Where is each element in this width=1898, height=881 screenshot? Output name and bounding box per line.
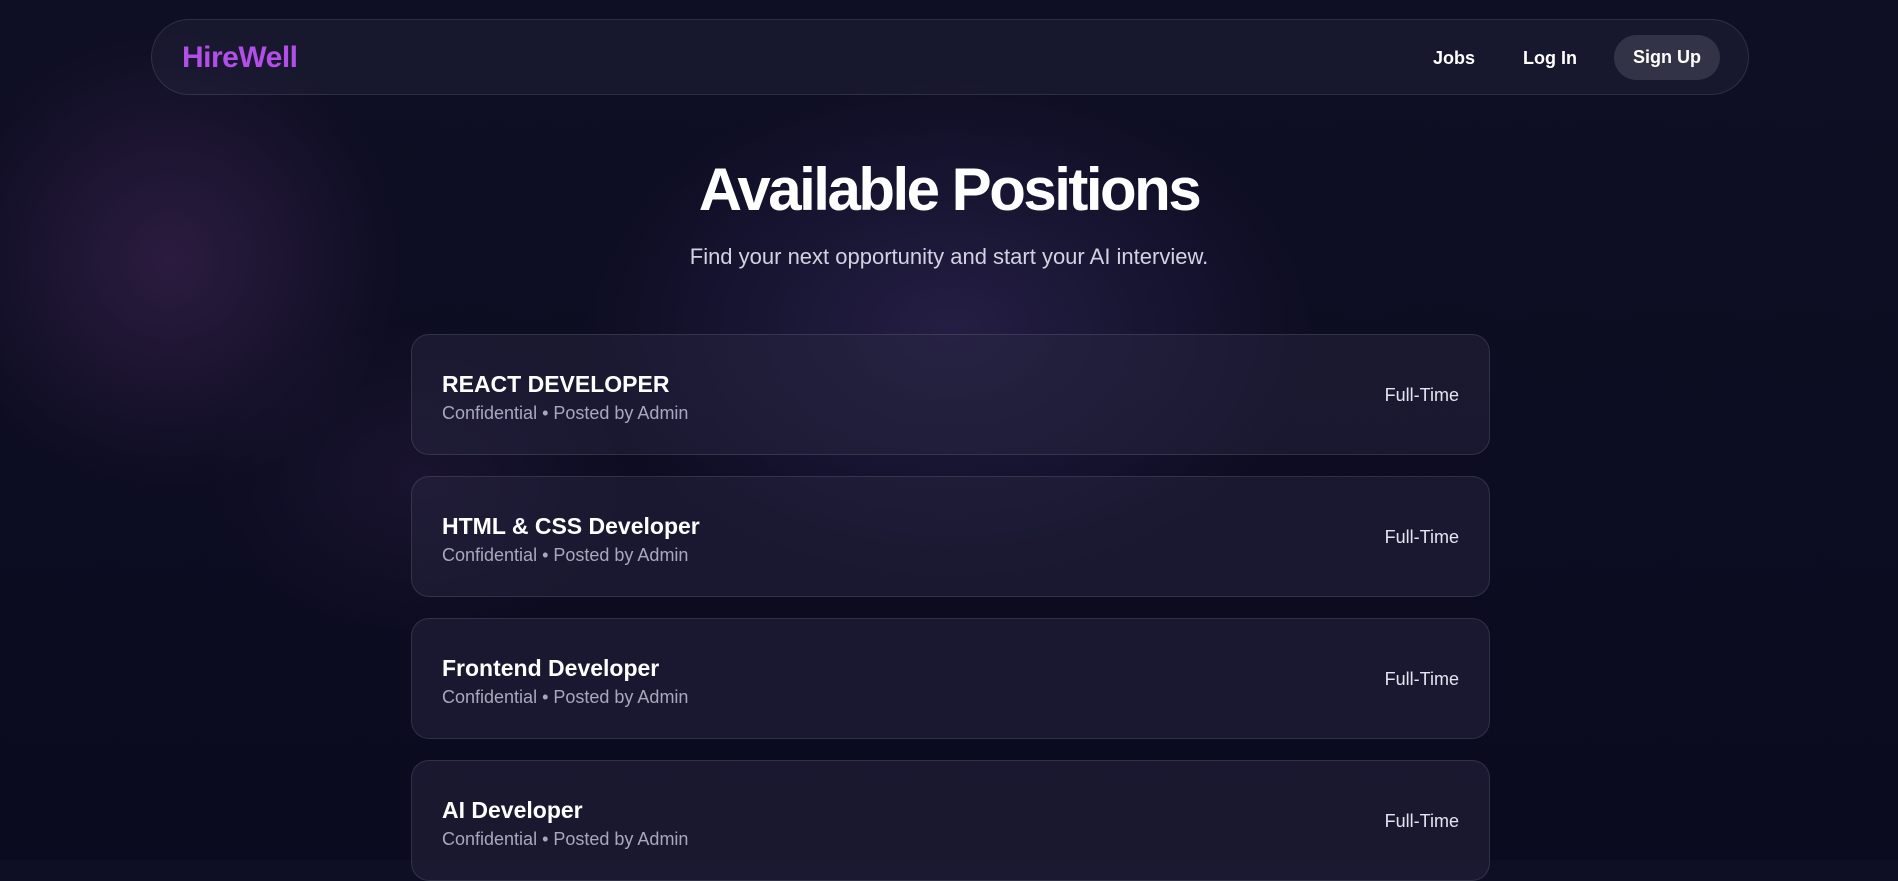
page-subtitle: Find your next opportunity and start you… xyxy=(689,244,1209,269)
job-title: Frontend Developer xyxy=(442,655,660,681)
job-card-ai-developer[interactable]: AI Developer Confidential • Posted by Ad… xyxy=(411,760,1490,881)
job-meta: Confidential • Posted by Admin xyxy=(442,403,689,423)
brand-logo[interactable]: HireWell xyxy=(182,41,298,75)
job-meta: Confidential • Posted by Admin xyxy=(442,687,689,707)
navbar: HireWell Jobs Log In Sign Up xyxy=(151,19,1749,95)
job-title: REACT DEVELOPER xyxy=(442,371,670,397)
job-type-badge: Full-Time xyxy=(1384,811,1459,831)
job-card-frontend-developer[interactable]: Frontend Developer Confidential • Posted… xyxy=(411,618,1490,739)
signup-button[interactable]: Sign Up xyxy=(1614,35,1720,80)
job-type-badge: Full-Time xyxy=(1384,385,1459,405)
job-card-html-css-developer[interactable]: HTML & CSS Developer Confidential • Post… xyxy=(411,476,1490,597)
job-meta: Confidential • Posted by Admin xyxy=(442,829,689,849)
job-meta: Confidential • Posted by Admin xyxy=(442,545,689,565)
job-type-badge: Full-Time xyxy=(1384,669,1459,689)
page-title: Available Positions xyxy=(698,156,1202,223)
nav-link-login[interactable]: Log In xyxy=(1523,47,1577,69)
nav-link-jobs[interactable]: Jobs xyxy=(1433,47,1475,69)
job-card-react-developer[interactable]: REACT DEVELOPER Confidential • Posted by… xyxy=(411,334,1490,455)
job-title: AI Developer xyxy=(442,797,583,823)
job-type-badge: Full-Time xyxy=(1384,527,1459,547)
job-title: HTML & CSS Developer xyxy=(442,513,700,539)
